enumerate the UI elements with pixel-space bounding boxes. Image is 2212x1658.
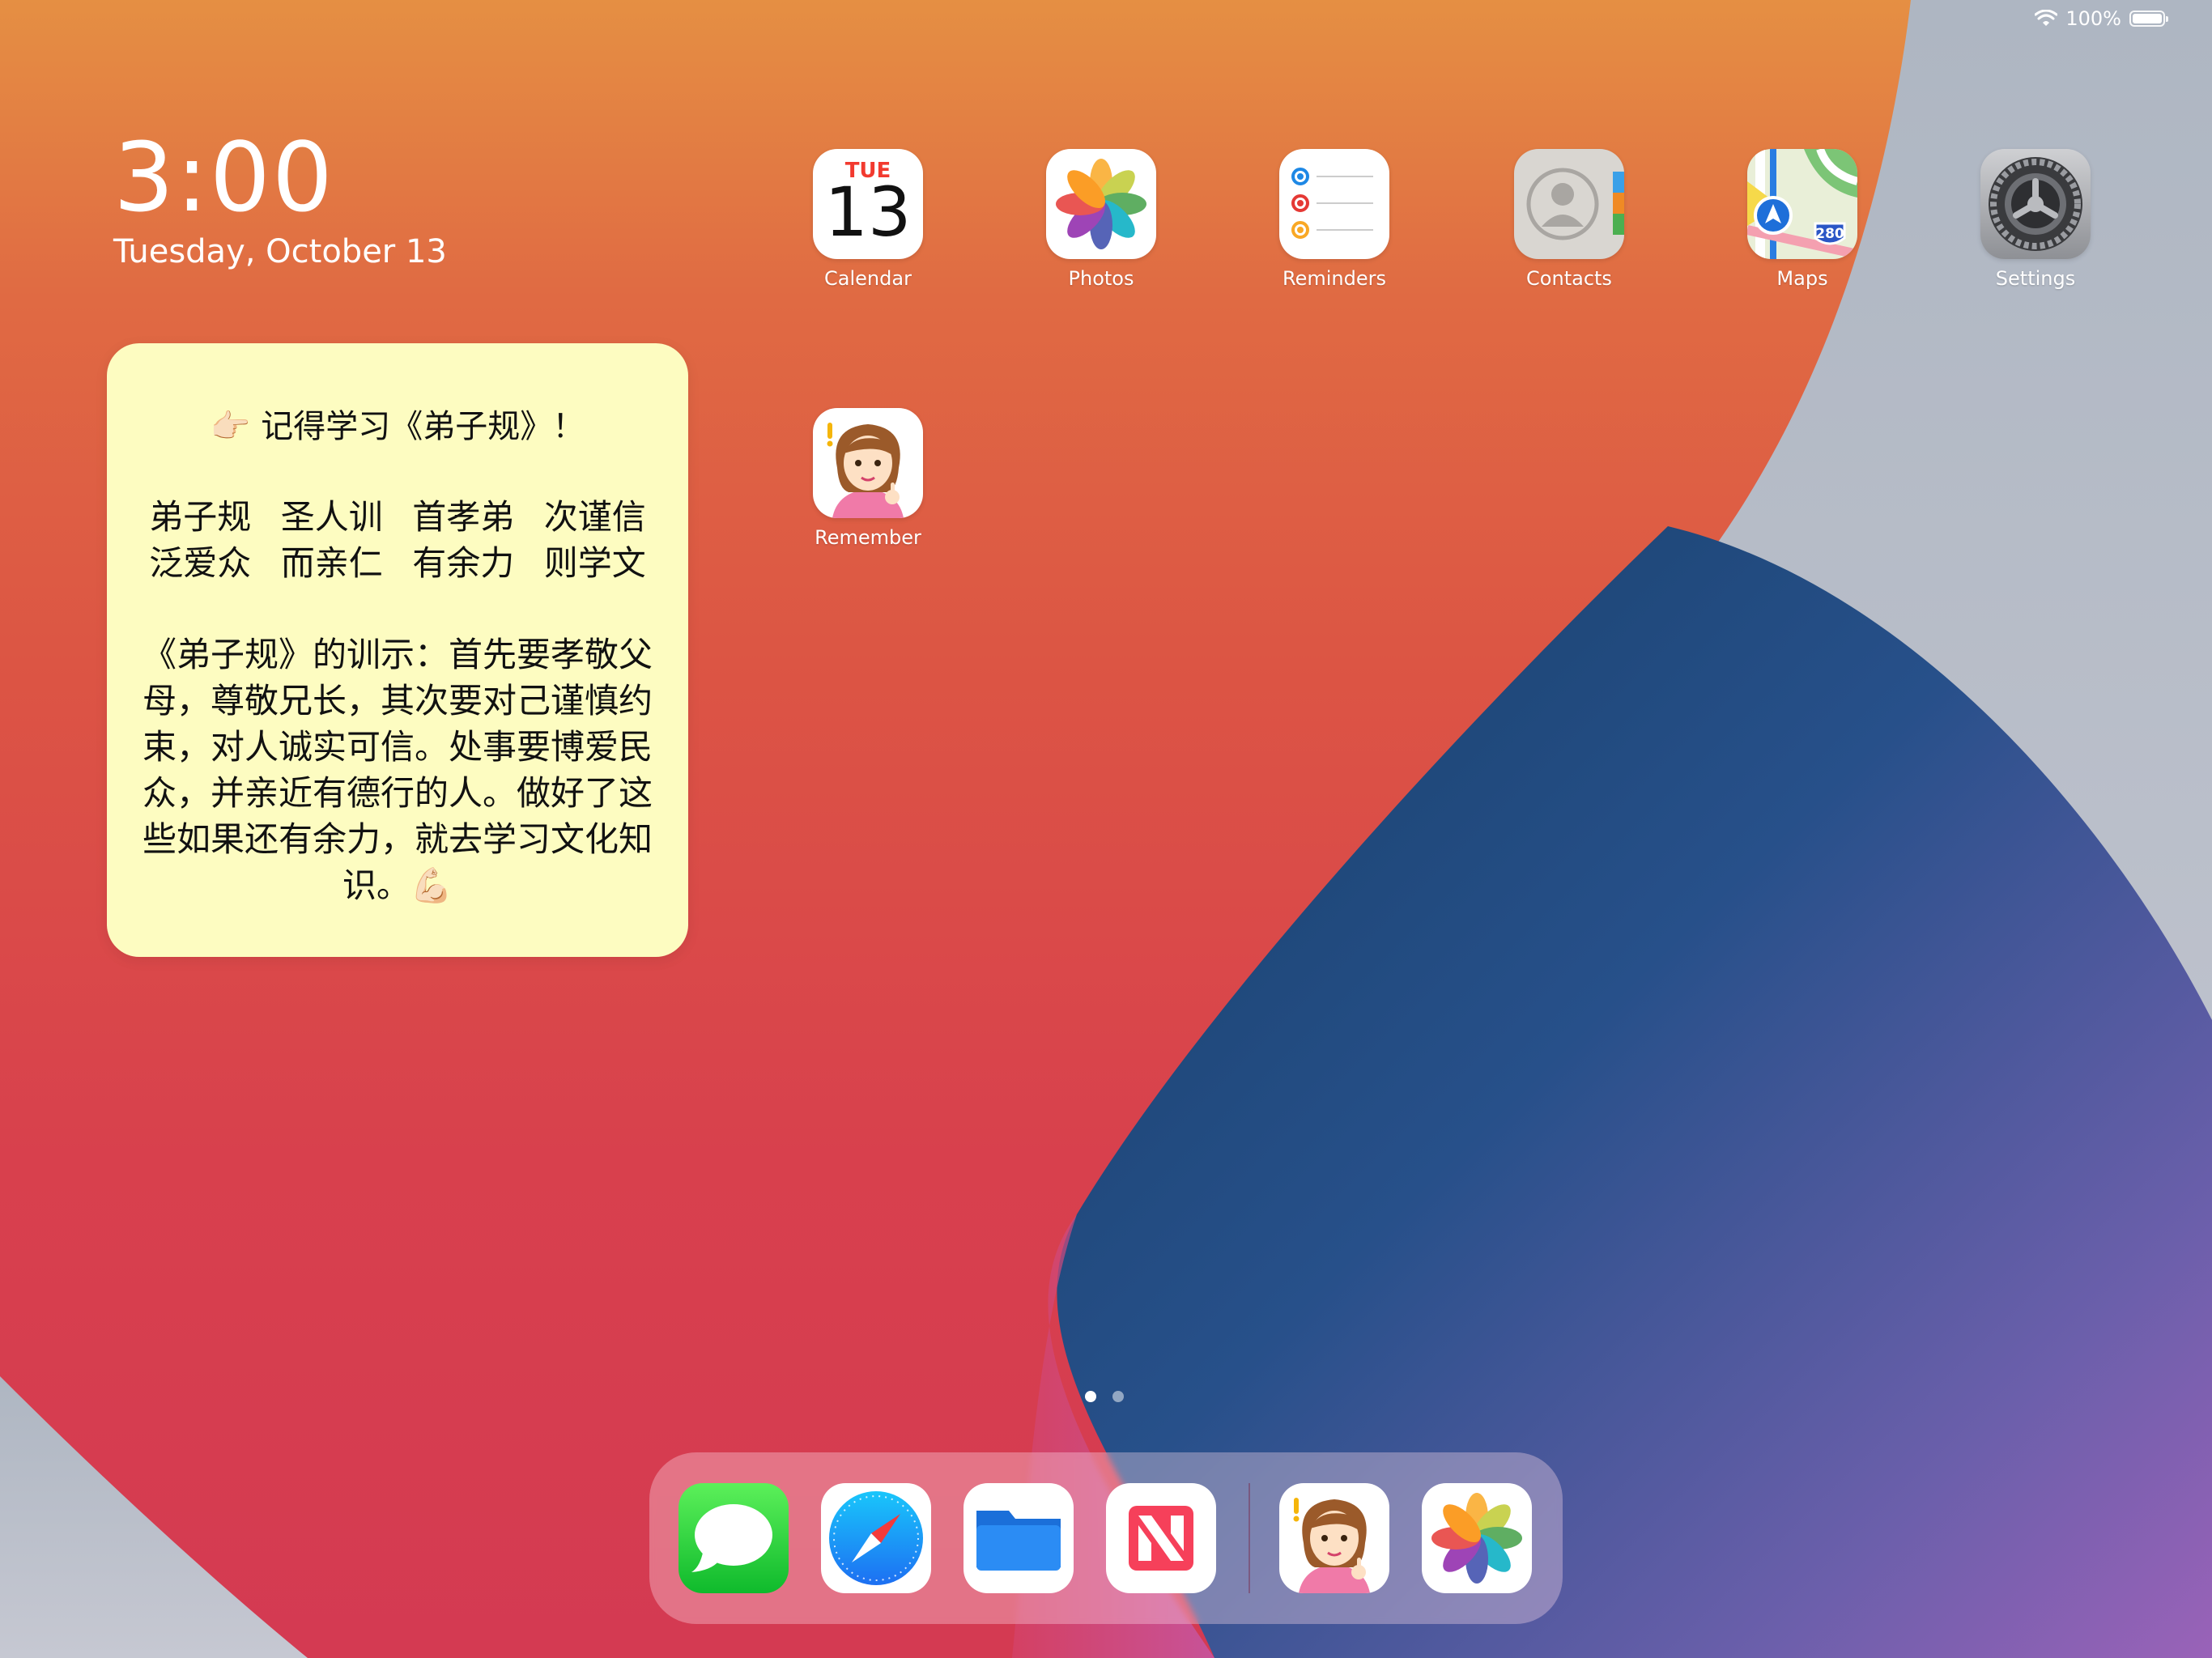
news-icon (1129, 1506, 1193, 1571)
status-bar: 100% (2035, 6, 2168, 31)
verse-line: 圣人训 (280, 497, 383, 537)
maps-icon[interactable]: 280 (1747, 149, 1857, 259)
widget-title: 👉🏻 记得学习《弟子规》！ (210, 408, 585, 445)
widget-explanation: 《弟子规》的训示：首先要孝敬父母，尊敬兄长，其次要对己谨慎约束，对人诚实可信。处… (142, 635, 653, 905)
clock-widget[interactable]: 3:00 Tuesday, October 13 (113, 130, 447, 270)
app-calendar[interactable]: TUE 13 Calendar (787, 149, 949, 290)
calendar-date-number: 13 (824, 172, 912, 252)
sticky-note-widget[interactable]: 👉🏻 记得学习《弟子规》！ 弟子规 圣人训 首孝弟 次谨信 泛爱众 而亲仁 有余… (107, 343, 688, 957)
remember-girl-icon (1293, 1498, 1370, 1593)
photos-icon[interactable] (1046, 149, 1156, 259)
clock-time: 3:00 (113, 121, 334, 233)
verse-line: 而亲仁 (280, 543, 383, 583)
calendar-icon[interactable]: TUE 13 (813, 149, 923, 259)
remember-girl-icon[interactable] (813, 408, 923, 518)
verse-line: 首孝弟 (412, 497, 515, 537)
dock-safari[interactable] (821, 1483, 931, 1593)
app-label: Remember (815, 526, 921, 549)
dock-divider (1249, 1483, 1250, 1593)
battery-icon (2129, 11, 2168, 27)
page-indicator[interactable] (1085, 1391, 1124, 1402)
app-contacts[interactable]: Contacts (1488, 149, 1650, 290)
page-dot-1[interactable] (1085, 1391, 1096, 1402)
page-dot-2[interactable] (1112, 1391, 1124, 1402)
dock-news[interactable] (1106, 1483, 1216, 1593)
safari-compass-icon (829, 1491, 923, 1585)
app-settings[interactable]: Settings (1955, 149, 2116, 290)
verse-line: 次谨信 (543, 497, 646, 537)
dock-messages[interactable] (678, 1483, 789, 1593)
verse-line: 有余力 (412, 543, 515, 583)
battery-percent: 100% (2065, 7, 2121, 30)
dock-remember[interactable] (1279, 1483, 1389, 1593)
dock-photos[interactable] (1422, 1483, 1532, 1593)
photos-icon (1431, 1493, 1522, 1584)
app-remember[interactable]: Remember (787, 408, 949, 549)
wifi-icon (2035, 10, 2058, 26)
app-label: Reminders (1283, 267, 1386, 290)
verse-line: 泛爱众 (149, 543, 252, 583)
clock-date: Tuesday, October 13 (113, 233, 447, 270)
app-label: Photos (1068, 267, 1134, 290)
reminders-icon[interactable] (1279, 149, 1389, 259)
verse-line: 则学文 (543, 543, 646, 583)
files-folder-icon (976, 1511, 1061, 1571)
app-reminders[interactable]: Reminders (1253, 149, 1415, 290)
app-maps[interactable]: 280 Maps (1721, 149, 1883, 290)
contacts-icon[interactable] (1514, 149, 1624, 259)
dock (649, 1452, 1563, 1624)
verse-grid: 弟子规 圣人训 首孝弟 次谨信 泛爱众 而亲仁 有余力 则学文 (134, 494, 661, 586)
app-label: Contacts (1526, 267, 1612, 290)
app-photos[interactable]: Photos (1020, 149, 1182, 290)
app-label: Maps (1776, 267, 1828, 290)
app-label: Calendar (824, 267, 912, 290)
interstate-shield-label: 280 (1815, 226, 1844, 242)
dock-files[interactable] (963, 1483, 1074, 1593)
verse-line: 弟子规 (149, 497, 252, 537)
app-label: Settings (1995, 267, 2076, 290)
messages-icon (691, 1504, 772, 1572)
settings-gear-icon[interactable] (1980, 149, 2091, 259)
